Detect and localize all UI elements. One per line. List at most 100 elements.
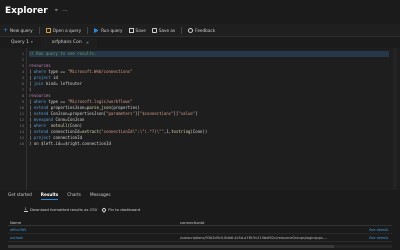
code-token: project <box>33 75 51 80</box>
run-query-label: Run query <box>101 27 123 33</box>
see-details-link[interactable]: See details <box>369 234 388 242</box>
feedback-button[interactable]: Feedback <box>188 27 216 33</box>
code-area[interactable]: // Run query to see results. resources | w… <box>29 48 389 190</box>
code-token: "$connections" <box>139 111 174 116</box>
tab-results[interactable]: Results <box>40 190 59 200</box>
run-query-button[interactable]: Run query <box>94 27 123 33</box>
code-token: ConJson=propertiesJson[ <box>48 111 107 116</box>
code-token: extract <box>82 129 99 134</box>
scrollbar-thumb[interactable] <box>8 245 334 248</box>
line-number-gutter: 1 2 3 4 5 6 7 8 9 10 11 12 13 14 15 16 <box>8 48 27 190</box>
row-name-link[interactable]: outlook <box>10 234 23 242</box>
save-button[interactable]: Save <box>128 27 146 33</box>
more-options-icon[interactable]: ··· <box>62 8 68 15</box>
new-query-label: New query <box>10 27 33 33</box>
tab-label: Query 1 <box>11 39 29 45</box>
code-token: where <box>33 69 46 74</box>
pin-icon[interactable]: ⌖ <box>55 7 58 15</box>
table-row: office365 See details <box>8 226 392 234</box>
open-query-label: Open a query <box>52 27 82 33</box>
code-token: where <box>33 99 46 104</box>
code-token: kind= leftouter <box>43 81 82 86</box>
code-token: extend <box>33 111 49 116</box>
table-row: outlook /subscriptions/93b2d9c0-8da6-4c5… <box>8 234 392 242</box>
code-token: connectionId <box>50 135 82 140</box>
close-icon[interactable]: × <box>86 40 89 45</box>
column-header-connectionid[interactable]: connectionId <box>180 219 204 226</box>
column-header-name[interactable]: Name <box>10 219 21 226</box>
download-icon <box>24 206 28 212</box>
results-scrollbar[interactable] <box>8 245 392 248</box>
results-tabs: Get started Results Charts Messages <box>8 190 120 200</box>
code-token: Conn=ConJson <box>53 117 85 122</box>
results-actions: Download formatted results as CSV Pin to… <box>24 206 145 213</box>
code-token: ] <box>195 111 198 116</box>
results-panel: Get started Results Charts Messages Down… <box>0 190 400 250</box>
code-token: propertiesJson= <box>48 105 87 110</box>
open-query-button[interactable]: Open a query <box>45 27 82 33</box>
code-token: mvexpand <box>33 117 54 122</box>
tab-messages[interactable]: Messages <box>90 190 111 200</box>
editor-content: 1 2 3 4 5 6 7 8 9 10 11 12 13 14 15 16 // Run query to … <box>8 48 389 190</box>
code-token: "Microsoft.Web/connections" <box>67 69 133 74</box>
code-token: resources <box>29 93 51 98</box>
code-token: extend <box>33 129 49 134</box>
code-token: where <box>33 123 46 128</box>
code-token: "parameters" <box>106 111 135 116</box>
title-bar: Explorer ⌖ ··· <box>0 0 400 22</box>
row-name-link[interactable]: office365 <box>10 226 26 234</box>
code-token: id <box>50 75 58 80</box>
results-table: Name connectionId office365 See details … <box>8 219 392 242</box>
row-connectionid: /subscriptions/93b2d9c0-8da6-4c5d-a78f-9… <box>180 236 328 240</box>
code-token: "Microsoft.logic/workflows" <box>67 99 133 104</box>
line-number: 16 <box>19 142 24 146</box>
new-query-button[interactable]: New query <box>3 28 33 33</box>
code-token: tostring <box>171 129 191 134</box>
save-icon <box>128 27 134 33</box>
save-as-icon <box>151 27 157 33</box>
code-token: (properties) <box>110 105 140 110</box>
code-token: // Run query to see results. <box>29 51 97 56</box>
code-token: resources <box>29 63 51 68</box>
see-details-link[interactable]: See details <box>369 226 388 234</box>
query-tabs: Query 1 ▾ orfphans Con × <box>0 37 400 48</box>
page-title: Explorer <box>5 6 48 16</box>
play-icon <box>94 27 99 33</box>
folder-icon <box>45 27 51 33</box>
code-token: parse_json <box>86 105 111 110</box>
feedback-label: Feedback <box>195 27 216 33</box>
editor-scrollbar[interactable] <box>393 48 397 190</box>
code-token: type == <box>45 99 68 104</box>
save-label: Save <box>135 27 146 33</box>
pin-to-dashboard-button[interactable]: Pin to dashboard <box>101 206 141 213</box>
tab-query-1[interactable]: Query 1 ▾ <box>0 38 41 48</box>
tab-charts[interactable]: Charts <box>67 190 81 200</box>
code-token: ( <box>29 87 32 92</box>
table-header: Name connectionId <box>8 219 392 226</box>
code-token: project <box>33 135 51 140</box>
plus-icon <box>3 28 8 33</box>
save-as-button[interactable]: Save as <box>151 27 175 33</box>
download-csv-button[interactable]: Download formatted results as CSV <box>24 206 98 212</box>
toolbar-divider <box>181 26 183 34</box>
code-token: connectionId= <box>48 129 82 134</box>
tab-orphans-con[interactable]: orfphans Con × <box>40 38 98 48</box>
pin-icon <box>101 206 108 213</box>
toolbar-divider <box>87 26 89 34</box>
pin-to-dashboard-label: Pin to dashboard <box>108 207 141 212</box>
smile-icon <box>188 27 194 33</box>
query-editor[interactable]: 1 2 3 4 5 6 7 8 9 10 11 12 13 14 15 16 // Run query to … <box>0 48 400 190</box>
code-line[interactable]: ) on $left.id==$right.connectionId <box>29 141 389 147</box>
code-token: "value" <box>178 111 196 116</box>
code-token: (Conn)) <box>190 129 208 134</box>
tab-get-started[interactable]: Get started <box>8 190 32 200</box>
chevron-down-icon[interactable]: ▾ <box>31 40 33 44</box>
code-token: ) on $left.id==$right.connectionId <box>29 141 111 146</box>
toolbar: New query Open a query Run query Save Sa… <box>0 24 400 37</box>
download-csv-label: Download formatted results as CSV <box>30 207 98 212</box>
toolbar-divider <box>38 26 40 34</box>
code-token: (Conn) <box>67 123 83 128</box>
code-token: notnull <box>50 123 68 128</box>
code-token: "connectionId\":\"(.*?)\"" <box>101 129 164 134</box>
code-token: type == <box>45 69 68 74</box>
